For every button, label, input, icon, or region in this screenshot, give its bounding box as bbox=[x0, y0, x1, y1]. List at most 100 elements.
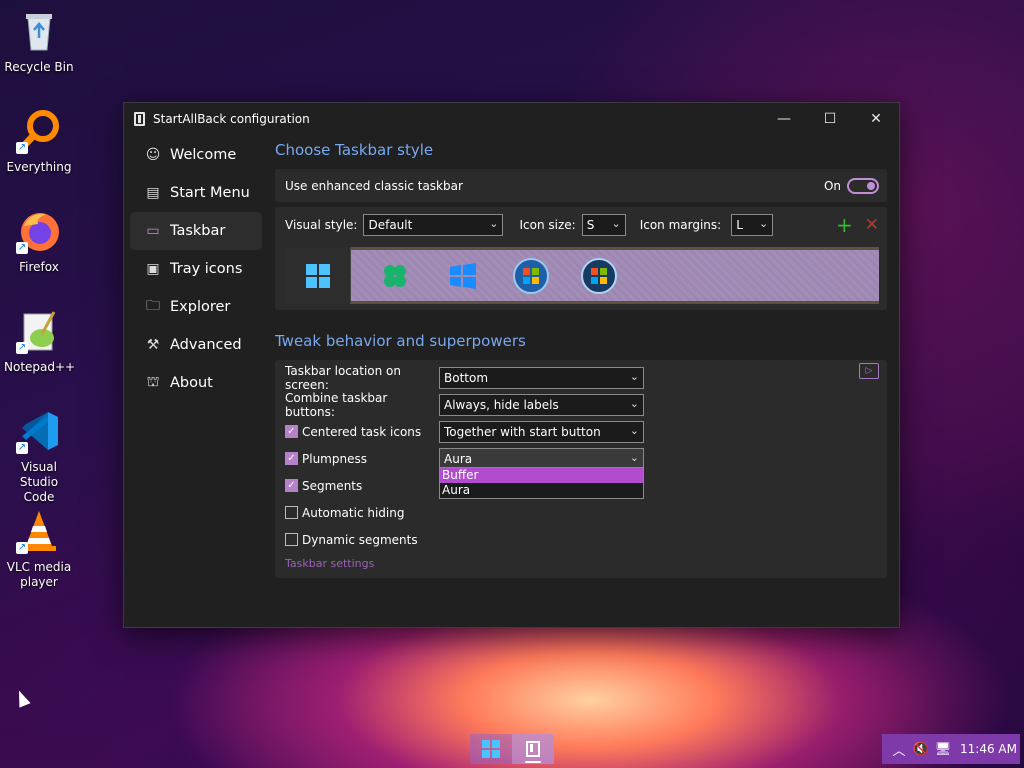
tray-clock[interactable]: 11:46 AM bbox=[960, 742, 1017, 756]
automatic-hiding-option[interactable]: Automatic hiding bbox=[285, 506, 439, 520]
desktop-icon-vlc[interactable]: ↗ VLC media player bbox=[4, 508, 74, 590]
centered-icons-select[interactable]: Together with start button ⌄ bbox=[439, 420, 644, 443]
vlc-icon: ↗ bbox=[16, 508, 62, 554]
automatic-hiding-checkbox[interactable] bbox=[285, 506, 298, 519]
icon-margins-select[interactable]: L ⌄ bbox=[731, 214, 774, 236]
desktop-icon-everything[interactable]: ↗ Everything bbox=[4, 108, 74, 175]
dynamic-segments-option[interactable]: Dynamic segments bbox=[285, 533, 439, 547]
windows10-logo-icon bbox=[450, 262, 476, 289]
sidebar-item-explorer[interactable]: 🗀 Explorer bbox=[130, 288, 262, 326]
window-title: StartAllBack configuration bbox=[153, 111, 310, 126]
sidebar-item-label: Tray icons bbox=[170, 261, 243, 277]
chevron-down-icon: ⌄ bbox=[489, 217, 499, 230]
network-icon[interactable]: 🖥 bbox=[932, 742, 954, 757]
sidebar-item-label: Welcome bbox=[170, 147, 237, 163]
mouse-cursor-icon bbox=[13, 688, 31, 708]
desktop-icon-firefox[interactable]: ↗ Firefox bbox=[4, 208, 74, 275]
minimize-button[interactable]: — bbox=[761, 103, 807, 134]
start-menu-icon: ▤ bbox=[146, 185, 160, 201]
preview-style-win7[interactable] bbox=[497, 257, 565, 295]
tray-icon: ▣ bbox=[146, 261, 160, 277]
segments-option[interactable]: ✓ Segments bbox=[285, 479, 439, 493]
about-icon: ⛫ bbox=[146, 374, 160, 390]
sidebar-item-tray-icons[interactable]: ▣ Tray icons bbox=[130, 250, 262, 288]
visual-style-value: Default bbox=[368, 218, 413, 232]
centered-icons-option[interactable]: ✓ Centered task icons bbox=[285, 425, 439, 439]
desktop-icon-vscode[interactable]: ↗ Visual Studio Code bbox=[4, 408, 74, 505]
plumpness-value: Aura bbox=[444, 451, 473, 466]
startallback-taskbar-icon bbox=[526, 741, 540, 757]
taskbar-settings-link[interactable]: Taskbar settings bbox=[285, 557, 879, 570]
shortcut-arrow-icon: ↗ bbox=[16, 342, 28, 354]
segments-label: Segments bbox=[302, 478, 363, 493]
icon-margins-label: Icon margins: bbox=[639, 218, 722, 232]
volume-muted-icon[interactable]: 🔇 bbox=[910, 742, 932, 757]
startallback-app-icon bbox=[134, 111, 145, 126]
sidebar-item-taskbar[interactable]: ▭ Taskbar bbox=[130, 212, 262, 250]
preview-style-win8[interactable] bbox=[429, 262, 497, 289]
plumpness-option-buffer[interactable]: Buffer bbox=[440, 468, 643, 483]
icon-size-label: Icon size: bbox=[519, 218, 576, 232]
sidebar-item-about[interactable]: ⛫ About bbox=[130, 364, 262, 402]
system-tray: ︿ 🔇 🖥 11:46 AM bbox=[882, 734, 1020, 764]
main-content: Choose Taskbar style Use enhanced classi… bbox=[275, 141, 887, 578]
desktop-icon-label: Everything bbox=[6, 160, 72, 174]
sidebar-item-label: Taskbar bbox=[170, 223, 226, 239]
everything-search-icon: ↗ bbox=[16, 108, 62, 154]
delete-style-icon[interactable]: ✕ bbox=[865, 215, 879, 235]
windows-vista-orb-icon bbox=[581, 257, 617, 294]
dynamic-segments-checkbox[interactable] bbox=[285, 533, 298, 546]
folder-icon: 🗀 bbox=[146, 298, 160, 314]
plumpness-option-aura[interactable]: Aura bbox=[440, 483, 643, 498]
automatic-hiding-label: Automatic hiding bbox=[302, 505, 405, 520]
sidebar-item-label: About bbox=[170, 375, 213, 391]
segments-checkbox[interactable]: ✓ bbox=[285, 479, 298, 492]
startallback-window: StartAllBack configuration — ☐ ✕ ☺ Welco… bbox=[123, 102, 900, 628]
desktop-icon-notepadpp[interactable]: ↗ Notepad++ bbox=[4, 308, 75, 375]
visual-style-card: Visual style: Default ⌄ Icon size: S ⌄ I… bbox=[275, 207, 887, 310]
preview-style-vista[interactable] bbox=[565, 257, 633, 295]
toggle-state-label: On bbox=[823, 178, 841, 193]
taskbar-location-select[interactable]: Bottom ⌄ bbox=[439, 366, 644, 389]
shortcut-arrow-icon: ↗ bbox=[16, 242, 28, 254]
section-title-tweak: Tweak behavior and superpowers bbox=[275, 332, 526, 350]
chevron-down-icon: ⌄ bbox=[629, 423, 639, 437]
combine-buttons-select[interactable]: Always, hide labels ⌄ bbox=[439, 393, 644, 416]
enhanced-taskbar-toggle[interactable] bbox=[847, 177, 879, 194]
chevron-up-icon[interactable]: ︿ bbox=[888, 740, 910, 759]
chevron-down-icon: ⌄ bbox=[611, 217, 621, 230]
maximize-button[interactable]: ☐ bbox=[807, 103, 853, 134]
close-button[interactable]: ✕ bbox=[853, 103, 899, 134]
start-button[interactable] bbox=[470, 734, 512, 764]
sidebar-item-label: Start Menu bbox=[170, 185, 250, 201]
clover-logo-icon bbox=[384, 264, 406, 287]
chevron-down-icon: ⌄ bbox=[629, 369, 639, 383]
preview-style-win11[interactable] bbox=[285, 247, 351, 304]
icon-size-select[interactable]: S ⌄ bbox=[581, 214, 626, 236]
plumpness-option[interactable]: ✓ Plumpness bbox=[285, 452, 439, 466]
vscode-icon: ↗ bbox=[16, 408, 62, 454]
desktop-icon-recycle-bin[interactable]: Recycle Bin bbox=[4, 8, 74, 75]
title-bar[interactable]: StartAllBack configuration — ☐ ✕ bbox=[124, 103, 899, 134]
taskbar-startallback-button[interactable] bbox=[512, 734, 554, 764]
icon-size-value: S bbox=[586, 218, 595, 232]
visual-style-label: Visual style: bbox=[285, 218, 358, 232]
preview-style-win10[interactable] bbox=[361, 263, 429, 289]
taskbar-location-label: Taskbar location on screen: bbox=[285, 363, 401, 392]
shortcut-arrow-icon: ↗ bbox=[16, 542, 28, 554]
icon-margins-value: L bbox=[736, 218, 743, 232]
preview-style-strip bbox=[351, 247, 879, 304]
video-help-icon[interactable]: ▷ bbox=[859, 363, 879, 379]
recycle-bin-icon bbox=[16, 8, 62, 54]
notepadpp-icon: ↗ bbox=[16, 308, 62, 354]
sidebar-item-start-menu[interactable]: ▤ Start Menu bbox=[130, 174, 262, 212]
centered-icons-checkbox[interactable]: ✓ bbox=[285, 425, 298, 438]
visual-style-select[interactable]: Default ⌄ bbox=[363, 214, 504, 236]
sidebar-item-label: Explorer bbox=[170, 299, 231, 315]
plumpness-checkbox[interactable]: ✓ bbox=[285, 452, 298, 465]
centered-icons-value: Together with start button bbox=[444, 424, 601, 439]
add-style-icon[interactable]: + bbox=[836, 213, 853, 237]
shortcut-arrow-icon: ↗ bbox=[16, 442, 28, 454]
sidebar-item-advanced[interactable]: ⚒ Advanced bbox=[130, 326, 262, 364]
sidebar-item-welcome[interactable]: ☺ Welcome bbox=[130, 136, 262, 174]
